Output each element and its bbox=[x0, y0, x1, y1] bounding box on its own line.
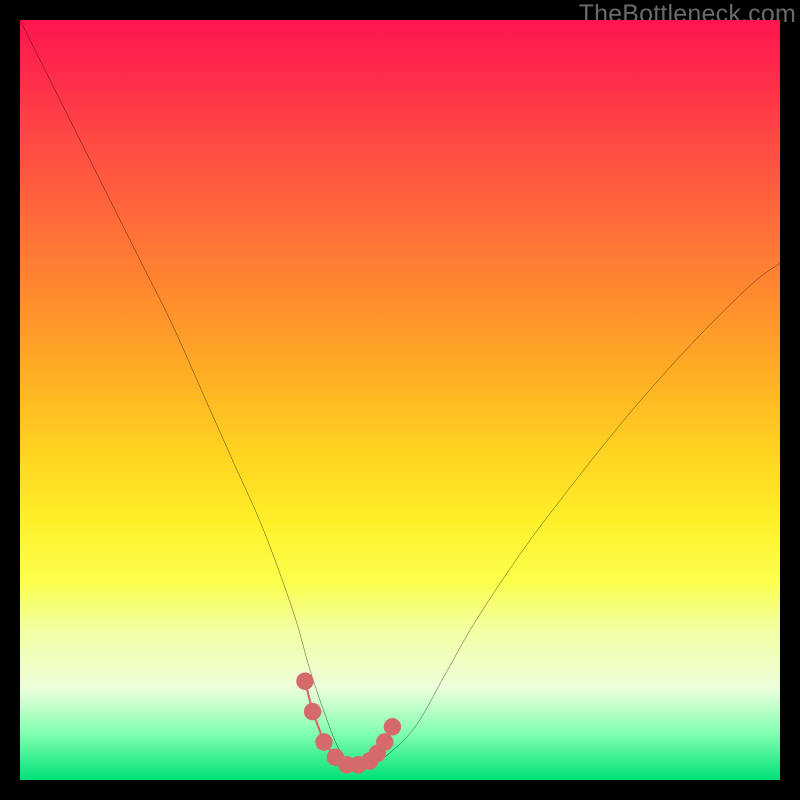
bottleneck-curve-path bbox=[20, 20, 780, 766]
chart-frame: TheBottleneck.com bbox=[0, 0, 800, 800]
chart-svg bbox=[20, 20, 780, 780]
marker-dot bbox=[296, 672, 313, 689]
plot-area bbox=[20, 20, 780, 780]
marker-dot bbox=[384, 718, 401, 735]
marker-dot bbox=[376, 733, 393, 750]
marker-dot bbox=[304, 703, 321, 720]
marker-dot bbox=[315, 733, 332, 750]
bottom-markers-group bbox=[296, 672, 401, 773]
